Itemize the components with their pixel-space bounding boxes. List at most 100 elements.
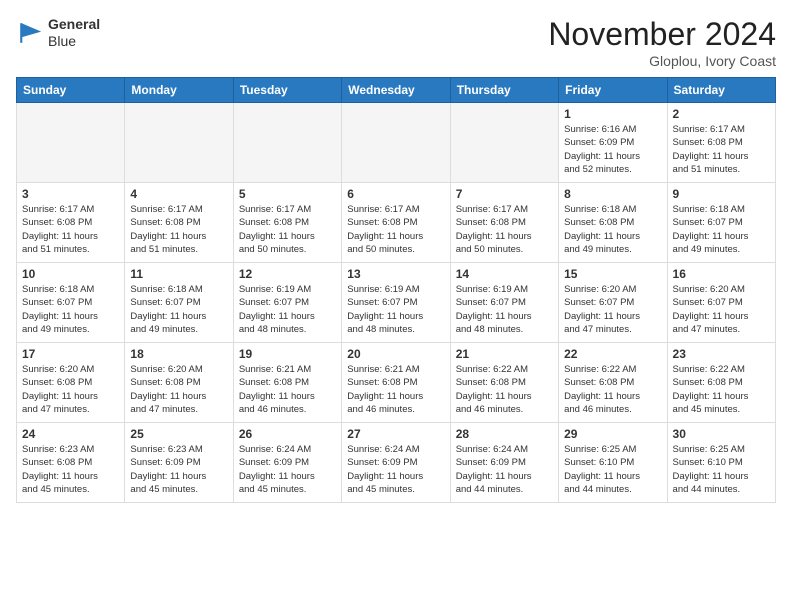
day-number: 10	[22, 267, 119, 281]
day-number: 5	[239, 187, 336, 201]
day-number: 26	[239, 427, 336, 441]
day-info: Sunrise: 6:20 AM Sunset: 6:08 PM Dayligh…	[22, 363, 119, 416]
day-info: Sunrise: 6:20 AM Sunset: 6:08 PM Dayligh…	[130, 363, 227, 416]
day-cell: 24 Sunrise: 6:23 AM Sunset: 6:08 PM Dayli…	[17, 423, 125, 503]
day-number: 17	[22, 347, 119, 361]
day-info: Sunrise: 6:17 AM Sunset: 6:08 PM Dayligh…	[673, 123, 770, 176]
day-number: 12	[239, 267, 336, 281]
day-info: Sunrise: 6:21 AM Sunset: 6:08 PM Dayligh…	[347, 363, 444, 416]
day-cell: 8 Sunrise: 6:18 AM Sunset: 6:08 PM Daylig…	[559, 183, 667, 263]
day-info: Sunrise: 6:17 AM Sunset: 6:08 PM Dayligh…	[130, 203, 227, 256]
day-cell: 17 Sunrise: 6:20 AM Sunset: 6:08 PM Dayli…	[17, 343, 125, 423]
weekday-header-sunday: Sunday	[17, 78, 125, 103]
weekday-header-monday: Monday	[125, 78, 233, 103]
day-info: Sunrise: 6:21 AM Sunset: 6:08 PM Dayligh…	[239, 363, 336, 416]
day-cell: 5Sunrise: 6:17 AM Sunset: 6:08 PM Daylig…	[233, 183, 341, 263]
day-number: 16	[673, 267, 770, 281]
weekday-header-wednesday: Wednesday	[342, 78, 450, 103]
day-info: Sunrise: 6:18 AM Sunset: 6:07 PM Dayligh…	[22, 283, 119, 336]
day-cell: 9 Sunrise: 6:18 AM Sunset: 6:07 PM Daylig…	[667, 183, 775, 263]
day-number: 18	[130, 347, 227, 361]
day-cell: 21 Sunrise: 6:22 AM Sunset: 6:08 PM Dayli…	[450, 343, 558, 423]
day-cell	[450, 103, 558, 183]
day-number: 30	[673, 427, 770, 441]
day-number: 6	[347, 187, 444, 201]
day-cell: 20 Sunrise: 6:21 AM Sunset: 6:08 PM Dayli…	[342, 343, 450, 423]
day-cell: 18 Sunrise: 6:20 AM Sunset: 6:08 PM Dayli…	[125, 343, 233, 423]
day-number: 25	[130, 427, 227, 441]
header: General Blue November 2024 Gloplou, Ivor…	[16, 16, 776, 69]
day-number: 23	[673, 347, 770, 361]
day-cell: 12Sunrise: 6:19 AM Sunset: 6:07 PM Dayli…	[233, 263, 341, 343]
day-info: Sunrise: 6:18 AM Sunset: 6:07 PM Dayligh…	[673, 203, 770, 256]
day-cell: 13 Sunrise: 6:19 AM Sunset: 6:07 PM Dayli…	[342, 263, 450, 343]
weekday-header-tuesday: Tuesday	[233, 78, 341, 103]
day-cell: 14Sunrise: 6:19 AM Sunset: 6:07 PM Dayli…	[450, 263, 558, 343]
day-info: Sunrise: 6:18 AM Sunset: 6:08 PM Dayligh…	[564, 203, 661, 256]
day-info: Sunrise: 6:19 AM Sunset: 6:07 PM Dayligh…	[347, 283, 444, 336]
day-number: 13	[347, 267, 444, 281]
day-number: 9	[673, 187, 770, 201]
day-number: 19	[239, 347, 336, 361]
day-info: Sunrise: 6:22 AM Sunset: 6:08 PM Dayligh…	[673, 363, 770, 416]
day-cell	[17, 103, 125, 183]
day-cell	[233, 103, 341, 183]
day-cell: 28Sunrise: 6:24 AM Sunset: 6:09 PM Dayli…	[450, 423, 558, 503]
day-info: Sunrise: 6:25 AM Sunset: 6:10 PM Dayligh…	[673, 443, 770, 496]
day-info: Sunrise: 6:23 AM Sunset: 6:08 PM Dayligh…	[22, 443, 119, 496]
day-info: Sunrise: 6:16 AM Sunset: 6:09 PM Dayligh…	[564, 123, 661, 176]
week-row-2: 3 Sunrise: 6:17 AM Sunset: 6:08 PM Daylig…	[17, 183, 776, 263]
day-cell: 7Sunrise: 6:17 AM Sunset: 6:08 PM Daylig…	[450, 183, 558, 263]
day-number: 20	[347, 347, 444, 361]
day-cell: 29Sunrise: 6:25 AM Sunset: 6:10 PM Dayli…	[559, 423, 667, 503]
day-number: 1	[564, 107, 661, 121]
title-block: November 2024 Gloplou, Ivory Coast	[548, 16, 776, 69]
day-cell	[125, 103, 233, 183]
location: Gloplou, Ivory Coast	[548, 53, 776, 69]
day-number: 15	[564, 267, 661, 281]
day-cell: 6Sunrise: 6:17 AM Sunset: 6:08 PM Daylig…	[342, 183, 450, 263]
month-title: November 2024	[548, 16, 776, 53]
day-cell: 23 Sunrise: 6:22 AM Sunset: 6:08 PM Dayli…	[667, 343, 775, 423]
day-info: Sunrise: 6:19 AM Sunset: 6:07 PM Dayligh…	[456, 283, 553, 336]
day-info: Sunrise: 6:20 AM Sunset: 6:07 PM Dayligh…	[564, 283, 661, 336]
day-number: 11	[130, 267, 227, 281]
logo-icon	[16, 19, 44, 47]
day-number: 27	[347, 427, 444, 441]
day-cell: 4 Sunrise: 6:17 AM Sunset: 6:08 PM Daylig…	[125, 183, 233, 263]
week-row-3: 10 Sunrise: 6:18 AM Sunset: 6:07 PM Dayli…	[17, 263, 776, 343]
day-cell: 25 Sunrise: 6:23 AM Sunset: 6:09 PM Dayli…	[125, 423, 233, 503]
day-cell: 27Sunrise: 6:24 AM Sunset: 6:09 PM Dayli…	[342, 423, 450, 503]
day-number: 8	[564, 187, 661, 201]
week-row-5: 24 Sunrise: 6:23 AM Sunset: 6:08 PM Dayli…	[17, 423, 776, 503]
day-info: Sunrise: 6:23 AM Sunset: 6:09 PM Dayligh…	[130, 443, 227, 496]
page: General Blue November 2024 Gloplou, Ivor…	[0, 0, 792, 513]
logo: General Blue	[16, 16, 100, 50]
day-number: 3	[22, 187, 119, 201]
day-number: 24	[22, 427, 119, 441]
calendar: SundayMondayTuesdayWednesdayThursdayFrid…	[16, 77, 776, 503]
week-row-1: 1 Sunrise: 6:16 AM Sunset: 6:09 PM Daylig…	[17, 103, 776, 183]
weekday-header-saturday: Saturday	[667, 78, 775, 103]
day-cell: 3 Sunrise: 6:17 AM Sunset: 6:08 PM Daylig…	[17, 183, 125, 263]
day-cell	[342, 103, 450, 183]
day-info: Sunrise: 6:24 AM Sunset: 6:09 PM Dayligh…	[239, 443, 336, 496]
day-number: 29	[564, 427, 661, 441]
day-info: Sunrise: 6:18 AM Sunset: 6:07 PM Dayligh…	[130, 283, 227, 336]
day-number: 2	[673, 107, 770, 121]
day-cell: 16Sunrise: 6:20 AM Sunset: 6:07 PM Dayli…	[667, 263, 775, 343]
day-info: Sunrise: 6:17 AM Sunset: 6:08 PM Dayligh…	[22, 203, 119, 256]
week-row-4: 17 Sunrise: 6:20 AM Sunset: 6:08 PM Dayli…	[17, 343, 776, 423]
day-cell: 11 Sunrise: 6:18 AM Sunset: 6:07 PM Dayli…	[125, 263, 233, 343]
day-cell: 1 Sunrise: 6:16 AM Sunset: 6:09 PM Daylig…	[559, 103, 667, 183]
day-number: 28	[456, 427, 553, 441]
weekday-header-row: SundayMondayTuesdayWednesdayThursdayFrid…	[17, 78, 776, 103]
weekday-header-thursday: Thursday	[450, 78, 558, 103]
day-number: 21	[456, 347, 553, 361]
weekday-header-friday: Friday	[559, 78, 667, 103]
day-cell: 15 Sunrise: 6:20 AM Sunset: 6:07 PM Dayli…	[559, 263, 667, 343]
day-info: Sunrise: 6:22 AM Sunset: 6:08 PM Dayligh…	[564, 363, 661, 416]
logo-text: General Blue	[48, 16, 100, 50]
day-number: 4	[130, 187, 227, 201]
day-info: Sunrise: 6:22 AM Sunset: 6:08 PM Dayligh…	[456, 363, 553, 416]
